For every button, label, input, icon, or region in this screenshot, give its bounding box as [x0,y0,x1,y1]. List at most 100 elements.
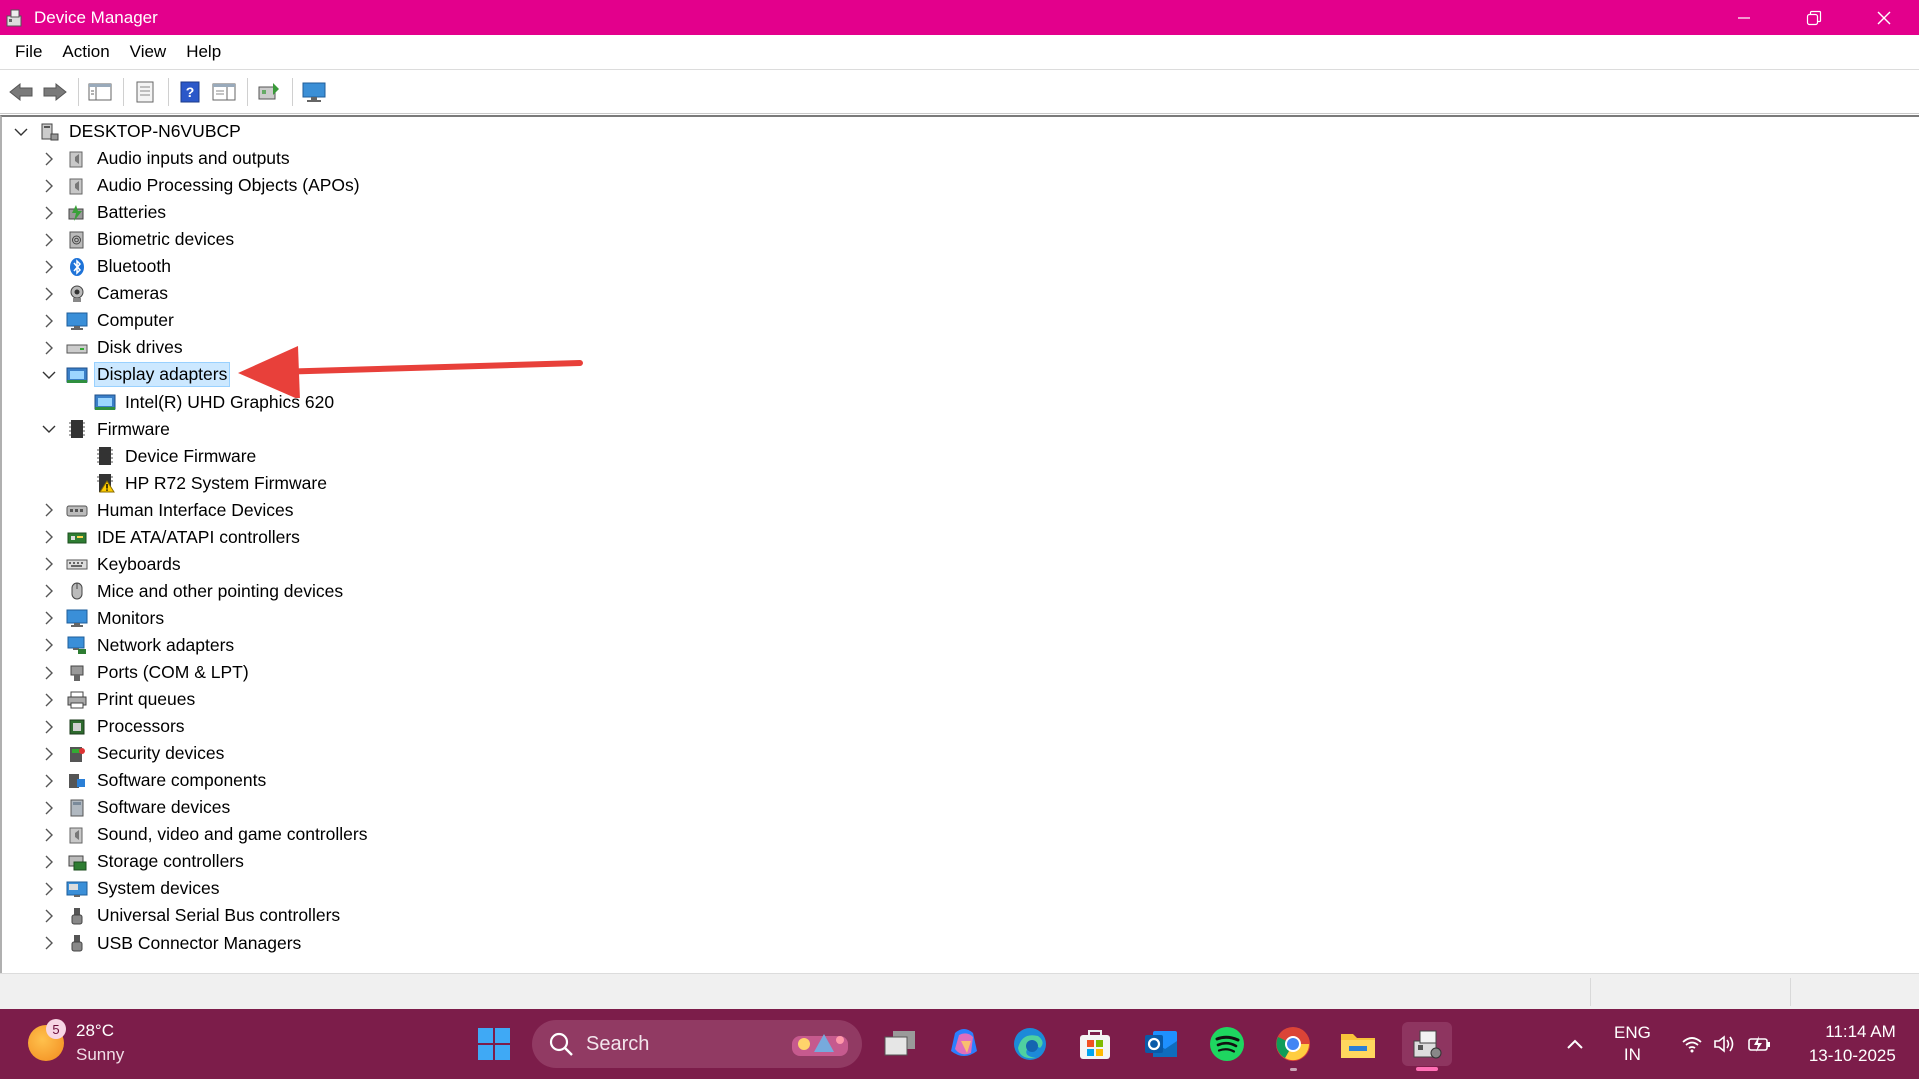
expand-toggle[interactable] [40,718,58,736]
tree-item[interactable]: Cameras [40,280,171,307]
chevron-down-icon [42,371,56,379]
expand-toggle[interactable] [40,339,58,357]
monitor-icon [302,82,326,102]
tree-item[interactable]: Computer [40,307,177,334]
expand-toggle[interactable] [40,826,58,844]
outlook-icon [1145,1031,1177,1057]
expand-toggle[interactable] [40,934,58,952]
processor-icon [66,716,88,738]
taskbar-search[interactable]: Search [532,1020,862,1068]
tree-item[interactable]: Audio inputs and outputs [40,145,293,172]
menu-view[interactable]: View [122,42,175,62]
tree-item[interactable]: Print queues [40,686,198,713]
show-hide-console-tree-button[interactable] [85,77,115,107]
expand-toggle[interactable] [40,907,58,925]
device-manager-icon [1413,1030,1442,1059]
tree-item[interactable]: USB Connector Managers [40,930,304,957]
tree-item[interactable]: System devices [40,875,223,902]
expand-toggle[interactable] [40,582,58,600]
expand-toggle[interactable] [40,691,58,709]
collapse-toggle[interactable] [40,420,58,438]
back-icon [9,82,33,101]
tree-item[interactable]: DESKTOP-N6VUBCP [12,118,244,145]
tree-item[interactable]: Processors [40,713,188,740]
expand-toggle[interactable] [40,609,58,627]
tree-item[interactable]: Network adapters [40,632,237,659]
tree-item[interactable]: Sound, video and game controllers [40,821,370,848]
quick-settings-button[interactable] [1681,1034,1773,1054]
restore-button[interactable] [1779,0,1849,35]
expand-toggle[interactable] [40,231,58,249]
clock[interactable]: 11:14 AM 13-10-2025 [1809,1020,1896,1068]
tree-item[interactable]: Monitors [40,605,167,632]
spotify-button[interactable] [1205,1022,1249,1066]
chrome-button[interactable] [1271,1022,1315,1071]
tree-item[interactable]: Mice and other pointing devices [40,578,346,605]
monitor-button[interactable] [299,77,329,107]
forward-button[interactable] [40,77,70,107]
tree-item[interactable]: Device Firmware [68,443,259,470]
tree-item[interactable]: Disk drives [40,334,186,361]
menu-help[interactable]: Help [178,42,229,62]
back-button[interactable] [6,77,36,107]
tree-item[interactable]: Software devices [40,794,233,821]
expand-toggle[interactable] [40,177,58,195]
menu-action[interactable]: Action [54,42,117,62]
tree-item[interactable]: Security devices [40,740,227,767]
tree-item[interactable]: IDE ATA/ATAPI controllers [40,524,303,551]
weather-widget[interactable]: 5 28°C Sunny [28,1019,124,1067]
expand-toggle[interactable] [40,772,58,790]
tree-item[interactable]: Keyboards [40,551,184,578]
close-button[interactable] [1849,0,1919,35]
show-hidden-icons-button[interactable] [1560,1029,1590,1059]
expand-toggle[interactable] [40,745,58,763]
device-manager-taskbar-button[interactable] [1402,1022,1452,1071]
expand-toggle[interactable] [40,636,58,654]
scan-for-hardware-changes-button[interactable] [254,77,284,107]
expand-toggle[interactable] [40,555,58,573]
speaker-icon [66,148,88,170]
help-button[interactable]: ? [175,77,205,107]
chevron-right-icon [45,611,53,625]
expand-toggle[interactable] [40,853,58,871]
language-indicator[interactable]: ENG IN [1614,1022,1651,1066]
expand-toggle[interactable] [40,528,58,546]
copilot-button[interactable] [942,1022,986,1066]
menu-file[interactable]: File [7,42,50,62]
start-button[interactable] [472,1022,516,1066]
action-pane-button[interactable] [209,77,239,107]
collapse-toggle[interactable] [40,366,58,384]
collapse-toggle[interactable] [12,123,30,141]
file-explorer-button[interactable] [1336,1022,1380,1066]
store-button[interactable] [1073,1022,1117,1066]
tree-item[interactable]: Software components [40,767,269,794]
tree-item[interactable]: Bluetooth [40,253,174,280]
expand-toggle[interactable] [40,880,58,898]
tree-item[interactable]: Universal Serial Bus controllers [40,902,343,929]
outlook-button[interactable] [1139,1022,1183,1066]
expand-toggle[interactable] [40,501,58,519]
expand-toggle[interactable] [40,258,58,276]
minimize-button[interactable] [1709,0,1779,35]
tree-item[interactable]: Firmware [40,416,173,443]
expand-toggle[interactable] [40,664,58,682]
expand-toggle[interactable] [40,799,58,817]
tree-item[interactable]: Biometric devices [40,226,237,253]
tree-item[interactable]: Display adapters [40,361,231,388]
edge-button[interactable] [1008,1022,1052,1066]
title-bar: Device Manager [0,0,1919,35]
expand-toggle[interactable] [40,150,58,168]
expand-toggle[interactable] [40,312,58,330]
tree-item[interactable]: Audio Processing Objects (APOs) [40,172,363,199]
tree-item[interactable]: Batteries [40,199,169,226]
task-view-button[interactable] [878,1022,922,1066]
tree-item[interactable]: Human Interface Devices [40,497,296,524]
expand-toggle[interactable] [40,204,58,222]
properties-button[interactable] [130,77,160,107]
tree-item[interactable]: Ports (COM & LPT) [40,659,252,686]
tree-item[interactable]: Storage controllers [40,848,247,875]
tree-item[interactable]: HP R72 System Firmware [68,470,330,497]
expand-toggle[interactable] [40,285,58,303]
firmware-icon [66,418,88,440]
